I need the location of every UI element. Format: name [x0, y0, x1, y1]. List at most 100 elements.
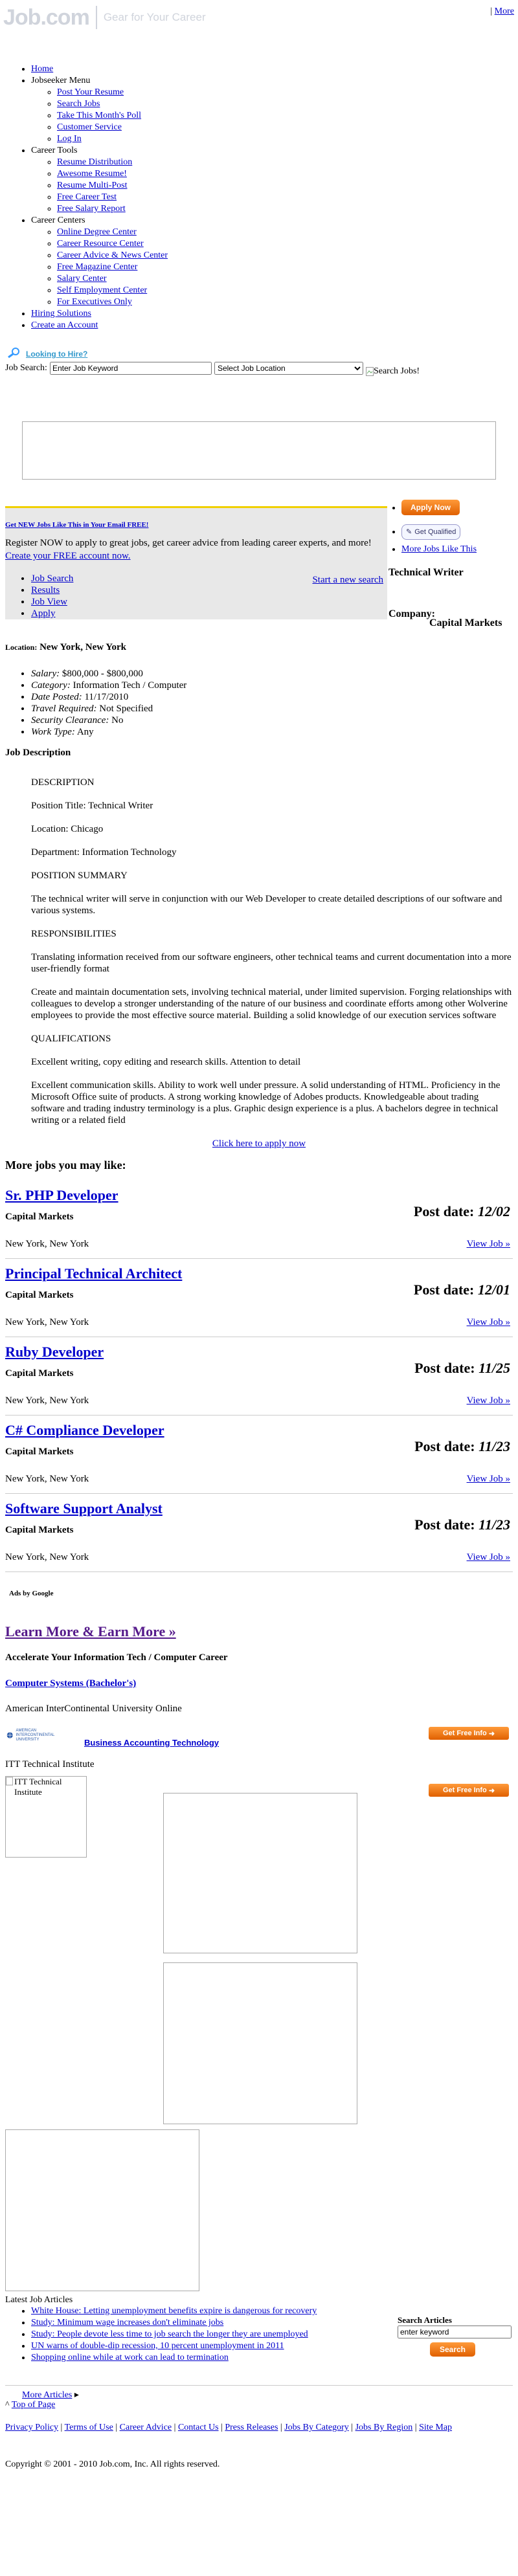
job-listing-post-date: Post date: 11/25 [414, 1360, 510, 1376]
create-account-link[interactable]: Create your FREE account now. [5, 551, 131, 561]
nav-search-jobs[interactable]: Search Jobs [57, 99, 100, 109]
footer-privacy[interactable]: Privacy Policy [5, 2423, 58, 2432]
footer-jobs-category[interactable]: Jobs By Category [284, 2423, 349, 2432]
get-free-info-button[interactable]: Get Free Info ➜ [429, 1727, 509, 1740]
nav-free-magazine[interactable]: Free Magazine Center [57, 262, 137, 272]
article-search-input[interactable] [398, 2326, 512, 2338]
job-listing-title[interactable]: Ruby Developer [5, 1344, 104, 1360]
view-job-link[interactable]: View Job » [467, 1239, 510, 1250]
detail-category: Category: Information Tech / Computer [31, 680, 342, 691]
nav-free-career-test[interactable]: Free Career Test [57, 192, 117, 202]
nav-free-salary-report[interactable]: Free Salary Report [57, 204, 126, 214]
job-register-box: Get NEW Jobs Like This in Your Email FRE… [5, 506, 387, 619]
keyword-input[interactable] [49, 362, 212, 375]
apply-now-button[interactable]: Apply Now [401, 500, 460, 515]
more-articles-link[interactable]: More Articles [22, 2390, 72, 2400]
job-listing-title[interactable]: Sr. PHP Developer [5, 1187, 118, 1204]
nav-resume-multipost[interactable]: Resume Multi-Post [57, 181, 128, 190]
footer-site-map[interactable]: Site Map [419, 2423, 452, 2432]
footer-contact[interactable]: Contact Us [178, 2423, 219, 2432]
nav-log-in[interactable]: Log In [57, 134, 82, 144]
ad-image-placeholder[interactable] [5, 2129, 199, 2291]
nav-jobseeker-label: Jobseeker Menu [31, 76, 91, 85]
nav-resume-distribution[interactable]: Resume Distribution [57, 157, 132, 167]
footer-terms[interactable]: Terms of Use [65, 2423, 113, 2432]
start-new-search-link[interactable]: Start a new search [312, 575, 383, 586]
nav-create-account[interactable]: Create an Account [31, 320, 98, 330]
nav-customer-service[interactable]: Customer Service [57, 122, 122, 132]
program-link-aiu[interactable]: Computer Systems (Bachelor's) [5, 1678, 136, 1689]
desc-paragraph: QUALIFICATIONS [31, 1034, 111, 1044]
nav-self-employment[interactable]: Self Employment Center [57, 285, 147, 295]
looking-to-hire-link[interactable]: Looking to Hire? [26, 350, 87, 359]
description-heading: Job Description [5, 748, 71, 758]
article-link[interactable]: Study: Minimum wage increases don't elim… [31, 2318, 223, 2327]
get-free-info-button[interactable]: Get Free Info ➜ [429, 1784, 509, 1797]
nav-career-resource[interactable]: Career Resource Center [57, 239, 144, 249]
search-jobs-button[interactable]: Search Jobs! [365, 366, 420, 377]
nav-executives[interactable]: For Executives Only [57, 297, 132, 307]
view-job-link[interactable]: View Job » [467, 1317, 510, 1328]
footer-press[interactable]: Press Releases [225, 2423, 278, 2432]
article-search: Search Articles Search [398, 2315, 514, 2357]
detail-clearance: Security Clearance: No [31, 715, 342, 726]
triangle-right-icon: ▸ [74, 2390, 79, 2400]
ad-banner[interactable] [22, 421, 496, 480]
step-job-search[interactable]: Job Search [31, 573, 73, 584]
article-link[interactable]: UN warns of double-dip recession, 10 per… [31, 2341, 284, 2351]
aiu-globe-icon [6, 1732, 13, 1738]
desc-paragraph: Excellent writing, copy editing and rese… [31, 1057, 301, 1067]
job-listing-title[interactable]: Principal Technical Architect [5, 1265, 182, 1282]
view-job-link[interactable]: View Job » [467, 1552, 510, 1563]
article-link[interactable]: Study: People devote less time to job se… [31, 2329, 308, 2339]
article-search-button[interactable]: Search [430, 2342, 475, 2357]
apply-now-link[interactable]: Click here to apply now [212, 1138, 306, 1149]
ad-image-placeholder[interactable] [163, 1962, 357, 2124]
job-listing-title[interactable]: C# Compliance Developer [5, 1422, 164, 1439]
article-link[interactable]: Shopping online while at work can lead t… [31, 2353, 229, 2362]
footer-jobs-region[interactable]: Jobs By Region [355, 2423, 413, 2432]
site-logo[interactable]: Job.com Gear for Your Career [3, 3, 223, 32]
article-link[interactable]: White House: Letting unemployment benefi… [31, 2306, 317, 2316]
program-link-itt[interactable]: Business Accounting Technology [84, 1738, 219, 1748]
job-details: Salary: $800,000 - $800,000 Category: In… [5, 668, 342, 738]
more-link[interactable]: More [495, 6, 514, 16]
ads-by-google: Ads by Google [9, 1590, 54, 1597]
step-job-view[interactable]: Job View [31, 597, 67, 607]
nav-post-resume[interactable]: Post Your Resume [57, 87, 124, 97]
learn-more-link[interactable]: Learn More & Earn More » [5, 1623, 176, 1640]
job-listing-company: Capital Markets [5, 1212, 74, 1222]
view-job-link[interactable]: View Job » [467, 1474, 510, 1485]
ad-image-placeholder[interactable] [163, 1793, 357, 1953]
job-listing-company: Capital Markets [5, 1290, 74, 1300]
nav-awesome-resume[interactable]: Awesome Resume! [57, 169, 127, 179]
articles-list: White House: Letting unemployment benefi… [5, 2305, 381, 2364]
main-nav: Home Jobseeker Menu Post Your Resume Sea… [5, 63, 264, 331]
more-menu: | More [490, 6, 514, 16]
search-articles-label: Search Articles [398, 2315, 452, 2325]
footer-career-advice[interactable]: Career Advice [120, 2423, 172, 2432]
aiu-logo[interactable]: AMERICAN INTERCONTINENTAL UNIVERSITY [6, 1726, 71, 1745]
qualified-icon: ✎ [406, 528, 412, 536]
get-qualified-button[interactable]: ✎Get Qualified [401, 524, 461, 540]
location-select[interactable]: Select Job Location [214, 362, 363, 375]
desc-paragraph: Location: Chicago [31, 824, 104, 834]
view-job-link[interactable]: View Job » [467, 1395, 510, 1406]
top-of-page-link[interactable]: Top of Page [12, 2400, 55, 2410]
nav-hiring-solutions[interactable]: Hiring Solutions [31, 309, 91, 318]
job-listing-company: Capital Markets [5, 1368, 74, 1379]
email-alert-link[interactable]: Get NEW Jobs Like This in Your Email FRE… [5, 521, 148, 529]
company-name: Capital Markets [429, 617, 502, 628]
job-steps: Job Search Results Job View Apply [5, 573, 73, 619]
itt-logo-image[interactable]: ITT Technical Institute [5, 1776, 87, 1858]
nav-career-advice[interactable]: Career Advice & News Center [57, 250, 168, 260]
logo-wordmark: Job.com [3, 5, 90, 30]
nav-online-degree[interactable]: Online Degree Center [57, 227, 137, 237]
nav-monthly-poll[interactable]: Take This Month's Poll [57, 111, 141, 120]
job-listing-title[interactable]: Software Support Analyst [5, 1500, 163, 1517]
step-results[interactable]: Results [31, 585, 60, 595]
more-jobs-like-link[interactable]: More Jobs Like This [401, 544, 477, 554]
nav-salary-center[interactable]: Salary Center [57, 274, 107, 283]
job-listing-company: Capital Markets [5, 1525, 74, 1535]
nav-home[interactable]: Home [31, 64, 53, 74]
